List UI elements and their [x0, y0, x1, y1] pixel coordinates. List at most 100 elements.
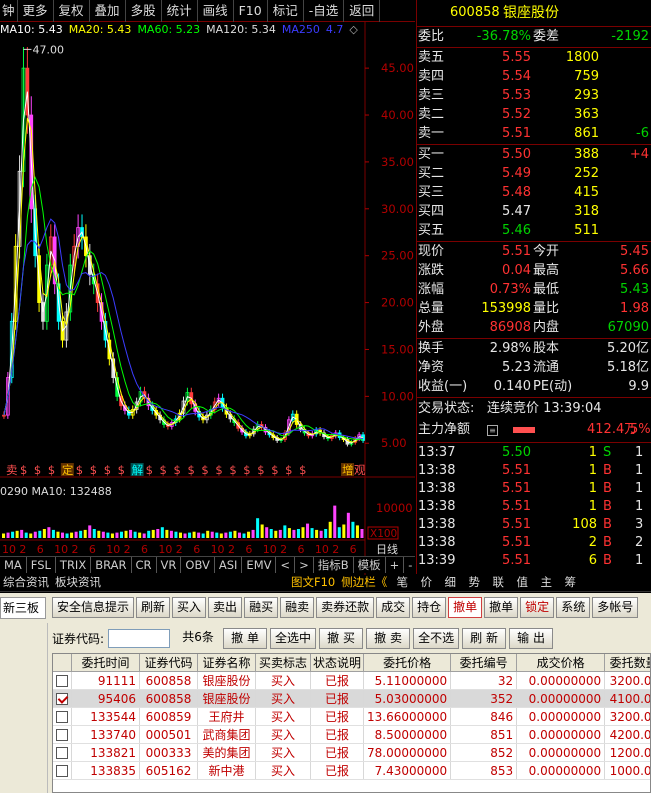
indicator-tab[interactable]: <: [276, 557, 296, 573]
column-header[interactable]: 委托时间: [71, 654, 140, 672]
func-button[interactable]: 买入: [172, 597, 207, 618]
info-tab[interactable]: 侧边栏《: [338, 574, 390, 591]
func-button[interactable]: 撤单: [484, 597, 519, 618]
func-button[interactable]: 刷新: [136, 597, 171, 618]
toolbar-item-10[interactable]: 返回: [344, 0, 381, 22]
indicator-tab[interactable]: MA: [0, 557, 27, 573]
row-checkbox-cell[interactable]: [53, 707, 72, 726]
indicator-tab[interactable]: +: [386, 557, 405, 573]
cell-side: 买入: [255, 689, 311, 708]
row-checkbox[interactable]: [56, 765, 68, 777]
column-header[interactable]: 状态说明: [310, 654, 365, 672]
action-button[interactable]: 全不选: [413, 627, 460, 649]
tab-new-third-board[interactable]: 新三板: [0, 597, 46, 619]
func-button[interactable]: 持仓: [412, 597, 447, 618]
info-tab[interactable]: 图文F10: [288, 574, 338, 591]
column-header[interactable]: 委托价格: [363, 654, 452, 672]
quote-row: 收益(一) 0.140 PE(动) 9.9: [417, 378, 651, 396]
indicator-tab[interactable]: VR: [157, 557, 182, 573]
action-button[interactable]: 撤 买: [319, 627, 364, 649]
info-tab[interactable]: 势: [462, 574, 486, 591]
toolbar-item-1[interactable]: 更多: [18, 0, 54, 22]
row-checkbox-cell[interactable]: [53, 761, 72, 780]
info-tab[interactable]: 细: [438, 574, 462, 591]
indicator-tab[interactable]: >: [295, 557, 314, 573]
func-button[interactable]: 锁定: [520, 597, 555, 618]
column-header[interactable]: [53, 654, 72, 672]
info-tab[interactable]: 综合资讯: [0, 574, 52, 591]
cell-code: 000501: [139, 725, 198, 744]
column-header[interactable]: 成交价格: [516, 654, 606, 672]
table-row[interactable]: 133821 000333 美的集团 买入 已报 78.00000000 852 0.0000…: [53, 743, 650, 762]
column-header[interactable]: 委托编号: [450, 654, 518, 672]
func-button[interactable]: 撤单: [448, 597, 483, 618]
func-button[interactable]: 成交: [376, 597, 411, 618]
action-button[interactable]: 全选中: [270, 627, 317, 649]
toolbar-item-9[interactable]: -自选: [304, 0, 345, 22]
column-header[interactable]: 买卖标志: [255, 654, 311, 672]
row-checkbox[interactable]: [56, 711, 68, 723]
table-row[interactable]: 95406 600858 银座股份 买入 已报 5.03000000 352 0.000000…: [53, 689, 650, 708]
func-button[interactable]: 多帐号: [592, 597, 639, 618]
indicator-tab[interactable]: TRIX: [56, 557, 92, 573]
indicator-tab[interactable]: FSL: [27, 557, 56, 573]
row-checkbox[interactable]: [56, 747, 68, 759]
func-button[interactable]: 卖出: [208, 597, 243, 618]
table-row[interactable]: 133544 600859 王府井 买入 已报 13.66000000 846 0.00000…: [53, 707, 650, 726]
row-checkbox[interactable]: [56, 729, 68, 741]
func-button[interactable]: 系统: [556, 597, 591, 618]
row-checkbox-cell[interactable]: [53, 725, 72, 744]
table-row[interactable]: 91111 600858 银座股份 买入 已报 5.11000000 32 0.0000000…: [53, 671, 650, 690]
info-tab[interactable]: 筹: [558, 574, 582, 591]
indicator-tab[interactable]: OBV: [181, 557, 215, 573]
toolbar-item-0[interactable]: 钟: [0, 0, 18, 22]
row-checkbox-cell[interactable]: [53, 689, 72, 708]
code-label: 证券代码:: [52, 631, 105, 646]
table-row[interactable]: 133740 000501 武商集团 买入 已报 8.50000000 851 0.00000…: [53, 725, 650, 744]
info-tab[interactable]: 板块资讯: [52, 574, 104, 591]
row-checkbox-cell[interactable]: [53, 671, 72, 690]
toolbar-item-3[interactable]: 叠加: [90, 0, 126, 22]
indicator-tab[interactable]: 模板: [354, 557, 386, 573]
diamond-icon[interactable]: ◇: [349, 23, 357, 36]
tick-time: 13:38: [418, 481, 456, 496]
action-button[interactable]: 刷 新: [462, 627, 507, 649]
action-button[interactable]: 撤 卖: [366, 627, 411, 649]
tick-price: 5.51: [502, 499, 531, 514]
info-tab[interactable]: 笔: [390, 574, 414, 591]
toolbar-item-5[interactable]: 统计: [162, 0, 198, 22]
info-tab[interactable]: 联: [486, 574, 510, 591]
list-icon[interactable]: ≡: [487, 425, 498, 436]
column-header[interactable]: 证券代码: [139, 654, 198, 672]
table-row[interactable]: 133835 605162 新中港 买入 已报 7.43000000 853 0.000000…: [53, 761, 650, 780]
indicator-tab[interactable]: EMV: [242, 557, 277, 573]
info-tab[interactable]: 主: [534, 574, 558, 591]
period-label[interactable]: 日线: [376, 542, 398, 556]
toolbar-item-6[interactable]: 画线: [198, 0, 234, 22]
toolbar-item-4[interactable]: 多股: [126, 0, 162, 22]
row-checkbox-cell[interactable]: [53, 743, 72, 762]
indicator-tab[interactable]: CR: [132, 557, 157, 573]
row-checkbox[interactable]: [56, 675, 68, 687]
date-tick: 10: [211, 543, 225, 556]
volume-bar: [169, 530, 173, 538]
info-tab[interactable]: 价: [414, 574, 438, 591]
toolbar-item-7[interactable]: F10: [234, 0, 268, 22]
func-button[interactable]: 安全信息提示: [52, 597, 135, 618]
func-button[interactable]: 融卖: [280, 597, 315, 618]
toolbar-item-2[interactable]: 复权: [54, 0, 90, 22]
func-button[interactable]: 卖券还款: [316, 597, 375, 618]
indicator-tab[interactable]: BRAR: [91, 557, 132, 573]
toolbar-item-8[interactable]: 标记: [268, 0, 304, 22]
action-button[interactable]: 撤 单: [223, 627, 268, 649]
row-checkbox[interactable]: [56, 693, 68, 705]
info-tab[interactable]: 值: [510, 574, 534, 591]
column-header[interactable]: 证券名称: [197, 654, 256, 672]
code-input[interactable]: [108, 628, 171, 648]
date-tick: 10: [315, 543, 329, 556]
func-button[interactable]: 融买: [244, 597, 279, 618]
indicator-tab[interactable]: ASI: [215, 557, 243, 573]
action-button[interactable]: 输 出: [509, 627, 554, 649]
column-header[interactable]: 委托数量: [604, 654, 650, 672]
indicator-tab[interactable]: 指标B: [314, 557, 354, 573]
